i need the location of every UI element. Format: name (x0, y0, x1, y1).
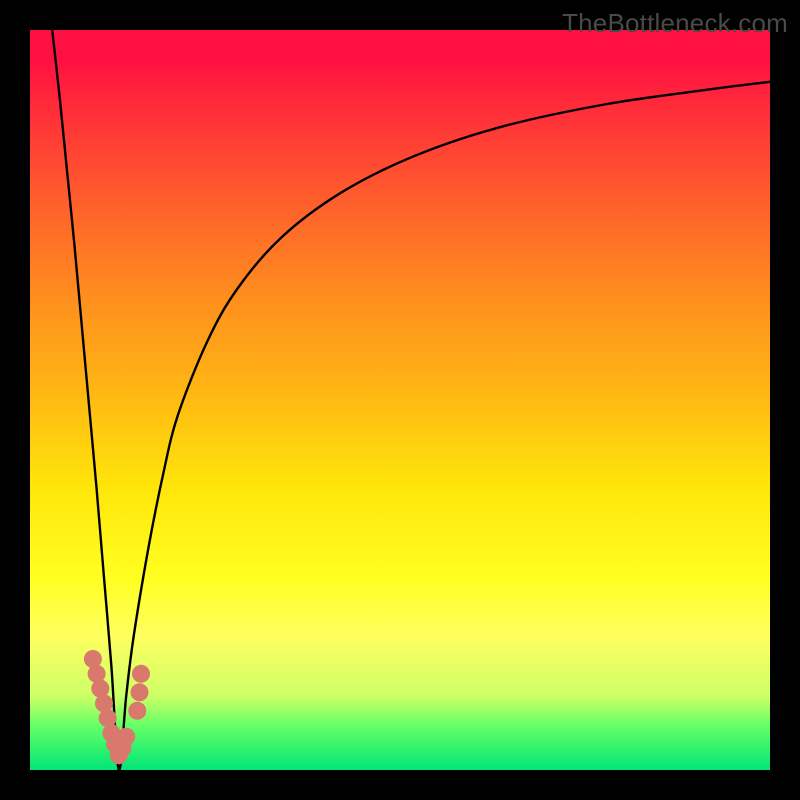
curves-svg (30, 30, 770, 770)
marker-dot (117, 728, 135, 746)
watermark-text: TheBottleneck.com (562, 8, 788, 39)
bottleneck-curve (52, 30, 770, 770)
plot-area (30, 30, 770, 770)
marker-dot (131, 683, 149, 701)
marker-dot (132, 665, 150, 683)
chart-frame: TheBottleneck.com (0, 0, 800, 800)
marker-dot (128, 702, 146, 720)
highlighted-markers (84, 650, 150, 764)
